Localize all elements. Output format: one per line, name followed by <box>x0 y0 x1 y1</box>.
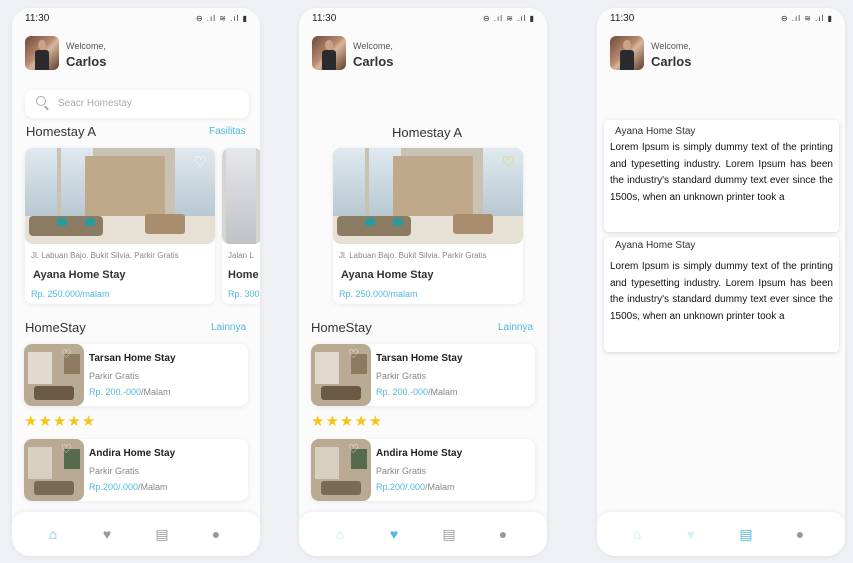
nav-heart-icon[interactable]: ♥ <box>682 525 700 543</box>
search-placeholder: Seacr Homestay <box>58 98 132 109</box>
list-item[interactable]: ♡ Tarsan Home Stay Parkir Gratis Rp. 200… <box>311 344 535 406</box>
room-thumbnail: ♡ <box>24 344 84 406</box>
favorite-heart-icon[interactable]: ♡ <box>194 155 207 170</box>
featured-section-title: Homestay A <box>392 125 463 140</box>
item-price: Rp.200/.000/Malam <box>89 482 168 492</box>
welcome-label: Welcome, <box>66 41 106 51</box>
status-time: 11:30 <box>610 13 635 24</box>
bottom-nav: ⌂ ♥ ▤ ● <box>299 512 547 556</box>
welcome-label: Welcome, <box>651 41 691 51</box>
favorite-heart-icon[interactable]: ♡ <box>348 347 359 361</box>
status-time: 11:30 <box>25 13 50 24</box>
homestay-name: Ayana Home Stay <box>341 269 434 281</box>
more-link[interactable]: Lainnya <box>498 322 533 333</box>
nav-news-icon[interactable]: ▤ <box>440 525 458 543</box>
homestay-price: Rp. 250.000/malam <box>339 289 418 299</box>
favorite-heart-icon[interactable]: ♡ <box>61 347 72 361</box>
nav-home-icon[interactable]: ⌂ <box>628 525 646 543</box>
nav-home-icon[interactable]: ⌂ <box>44 525 62 543</box>
room-thumbnail: ♡ <box>311 344 371 406</box>
list-item[interactable]: ♡ Tarsan Home Stay Parkir Gratis Rp. 200… <box>24 344 248 406</box>
status-bar: 11:30 ⊖ .ıl ≋ .ıl ▮ <box>25 13 248 27</box>
phone-screen-details: 11:30 ⊖ .ıl ≋ .ıl ▮ Welcome, Carlos Ayan… <box>597 8 845 556</box>
item-name: Tarsan Home Stay <box>376 353 463 364</box>
status-icons: ⊖ .ıl ≋ .ıl ▮ <box>780 14 833 23</box>
homestay-name: Ayana Home Stay <box>33 269 126 281</box>
search-input[interactable]: Seacr Homestay <box>25 90 249 118</box>
welcome-label: Welcome, <box>353 41 393 51</box>
favorite-heart-icon[interactable]: ♡ <box>502 155 515 170</box>
list-item[interactable]: ♡ Andira Home Stay Parkir Gratis Rp.200/… <box>311 439 535 501</box>
room-image <box>222 148 260 244</box>
avatar[interactable] <box>312 36 346 70</box>
item-sub: Parkir Gratis <box>89 371 140 381</box>
rating-stars: ★★★★★ <box>24 413 97 430</box>
more-link[interactable]: Lainnya <box>211 322 246 333</box>
homestay-section-title: HomeStay <box>311 320 372 335</box>
status-time: 11:30 <box>312 13 337 24</box>
homestay-name: Home <box>228 269 259 281</box>
featured-card-peek[interactable]: Jalan L Home Rp. 300 <box>222 148 260 304</box>
description-text: Lorem Ipsum is simply dummy text of the … <box>610 261 833 322</box>
user-header: Welcome, Carlos <box>25 36 250 72</box>
avatar[interactable] <box>610 36 644 70</box>
rating-stars: ★★★★★ <box>311 413 384 430</box>
nav-news-icon[interactable]: ▤ <box>737 525 755 543</box>
nav-profile-icon[interactable]: ● <box>494 525 512 543</box>
nav-heart-icon[interactable]: ♥ <box>98 525 116 543</box>
bottom-nav: ⌂ ♥ ▤ ● <box>597 512 845 556</box>
featured-section-title: Homestay A <box>26 124 97 139</box>
status-bar: 11:30 ⊖ .ıl ≋ .ıl ▮ <box>312 13 535 27</box>
featured-card[interactable]: ♡ Jl. Labuan Bajo. Bukit Silvia. Parkir … <box>25 148 215 304</box>
nav-heart-icon[interactable]: ♥ <box>385 525 403 543</box>
user-header: Welcome, Carlos <box>312 36 537 72</box>
favorite-heart-icon[interactable]: ♡ <box>348 442 359 456</box>
description-card: Ayana Home Stay Lorem Ipsum is simply du… <box>604 237 839 352</box>
homestay-price: Rp. 300 <box>228 289 260 299</box>
facilities-link[interactable]: Fasilitas <box>209 126 246 137</box>
featured-card[interactable]: ♡ Jl. Labuan Bajo. Bukit Silvia. Parkir … <box>333 148 523 304</box>
status-icons: ⊖ .ıl ≋ .ıl ▮ <box>482 14 535 23</box>
item-name: Andira Home Stay <box>376 448 463 459</box>
description-title: Ayana Home Stay <box>615 126 696 137</box>
phone-screen-home: 11:30 ⊖ .ıl ≋ .ıl ▮ Welcome, Carlos Seac… <box>12 8 260 556</box>
phone-screen-favorite: 11:30 ⊖ .ıl ≋ .ıl ▮ Welcome, Carlos Home… <box>299 8 547 556</box>
user-name: Carlos <box>651 54 692 69</box>
room-thumbnail: ♡ <box>311 439 371 501</box>
item-price: Rp.200/.000/Malam <box>376 482 455 492</box>
room-image: ♡ <box>333 148 523 244</box>
nav-home-icon[interactable]: ⌂ <box>331 525 349 543</box>
user-header: Welcome, Carlos <box>610 36 835 72</box>
status-icons: ⊖ .ıl ≋ .ıl ▮ <box>195 14 248 23</box>
user-name: Carlos <box>66 54 107 69</box>
item-price: Rp. 200.-000/Malam <box>376 387 458 397</box>
homestay-address: Jl. Labuan Bajo. Bukit Silvia. Parkir Gr… <box>31 251 179 260</box>
homestay-price: Rp. 250.000/malam <box>31 289 110 299</box>
item-name: Tarsan Home Stay <box>89 353 176 364</box>
room-thumbnail: ♡ <box>24 439 84 501</box>
item-price: Rp. 200.-000/Malam <box>89 387 171 397</box>
homestay-section-title: HomeStay <box>25 320 86 335</box>
room-image: ♡ <box>25 148 215 244</box>
bottom-nav: ⌂ ♥ ▤ ● <box>12 512 260 556</box>
description-card: Ayana Home Stay Lorem Ipsum is simply du… <box>604 120 839 232</box>
item-sub: Parkir Gratis <box>376 466 427 476</box>
status-bar: 11:30 ⊖ .ıl ≋ .ıl ▮ <box>610 13 833 27</box>
user-name: Carlos <box>353 54 394 69</box>
homestay-address: Jalan L <box>228 251 254 260</box>
list-item[interactable]: ♡ Andira Home Stay Parkir Gratis Rp.200/… <box>24 439 248 501</box>
nav-news-icon[interactable]: ▤ <box>153 525 171 543</box>
description-text: Lorem Ipsum is simply dummy text of the … <box>610 142 833 203</box>
nav-profile-icon[interactable]: ● <box>207 525 225 543</box>
description-title: Ayana Home Stay <box>615 240 696 251</box>
item-sub: Parkir Gratis <box>376 371 427 381</box>
avatar[interactable] <box>25 36 59 70</box>
item-name: Andira Home Stay <box>89 448 176 459</box>
item-sub: Parkir Gratis <box>89 466 140 476</box>
nav-profile-icon[interactable]: ● <box>791 525 809 543</box>
homestay-address: Jl. Labuan Bajo. Bukit Silvia. Parkir Gr… <box>339 251 487 260</box>
favorite-heart-icon[interactable]: ♡ <box>61 442 72 456</box>
search-icon <box>36 96 46 106</box>
